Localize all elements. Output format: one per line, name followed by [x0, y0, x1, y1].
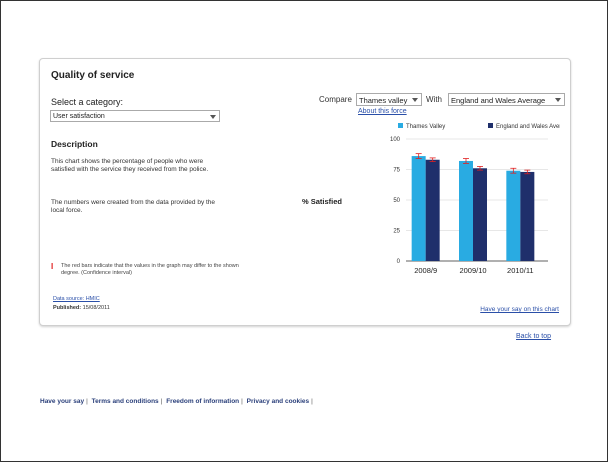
footer-separator: | [241, 398, 243, 405]
description-text-2: The numbers were created from the data p… [51, 199, 216, 214]
x-tick-label: 2010/11 [507, 266, 534, 275]
description-text-1: This chart shows the percentage of peopl… [51, 158, 209, 173]
comparison-select[interactable]: England and Wales Average [448, 93, 565, 106]
footer-link-foi[interactable]: Freedom of information [166, 398, 239, 405]
have-your-say-chart-link[interactable]: Have your say on this chart [480, 306, 559, 313]
published-label: Published: [53, 305, 82, 311]
legend-label: England and Wales Average [496, 124, 560, 130]
y-tick-label: 0 [397, 259, 401, 265]
y-tick-label: 100 [390, 137, 401, 143]
satisfaction-chart: Thames Valley England and Wales Average 0 2… [390, 123, 560, 275]
bar [520, 171, 535, 261]
quality-of-service-panel: Quality of service Select a category: Us… [39, 58, 571, 326]
back-to-top-link[interactable]: Back to top [516, 333, 551, 340]
y-tick-label: 50 [393, 198, 400, 204]
data-source-link[interactable]: Data source: HMIC [53, 296, 100, 302]
footer-link-privacy[interactable]: Privacy and cookies [247, 398, 310, 405]
confidence-note-text: The red bars indicate that the values in… [61, 263, 239, 276]
legend-label: Thames Valley [406, 124, 445, 130]
published-info: Published: 15/08/2011 [53, 305, 110, 311]
y-tick-label: 75 [393, 168, 400, 174]
confidence-note: I The red bars indicate that the values … [51, 263, 251, 277]
published-date: 15/08/2011 [82, 305, 110, 311]
chevron-down-icon [412, 98, 418, 102]
footer-link-terms[interactable]: Terms and conditions [92, 398, 159, 405]
category-select[interactable]: User satisfaction [50, 110, 220, 122]
category-label: Select a category: [51, 97, 124, 107]
chevron-down-icon [555, 98, 561, 102]
legend-swatch [398, 123, 403, 128]
error-bar-icon: I [51, 262, 54, 271]
description-heading: Description [51, 139, 98, 149]
panel-title: Quality of service [51, 70, 135, 81]
footer-links: Have your say | Terms and conditions | Fre… [40, 398, 315, 405]
force-select[interactable]: Thames valley [356, 93, 422, 106]
footer-separator: | [86, 398, 88, 405]
about-this-force-link[interactable]: About this force [358, 108, 407, 115]
with-label: With [426, 95, 442, 104]
bar [411, 156, 426, 261]
category-select-value: User satisfaction [53, 113, 105, 120]
bar [425, 159, 440, 261]
comparison-select-value: England and Wales Average [451, 96, 546, 105]
legend-swatch [488, 123, 493, 128]
x-tick-label: 2008/9 [414, 266, 437, 275]
footer-link-have-your-say[interactable]: Have your say [40, 398, 84, 405]
bar [473, 168, 487, 261]
force-select-value: Thames valley [359, 96, 408, 105]
footer-separator: | [311, 398, 313, 405]
chevron-down-icon [210, 115, 216, 119]
bar [459, 160, 473, 261]
footer-separator: | [160, 398, 163, 405]
bar [506, 170, 521, 261]
compare-label: Compare [319, 95, 352, 104]
x-tick-label: 2009/10 [459, 266, 486, 275]
y-tick-label: 25 [393, 229, 400, 235]
